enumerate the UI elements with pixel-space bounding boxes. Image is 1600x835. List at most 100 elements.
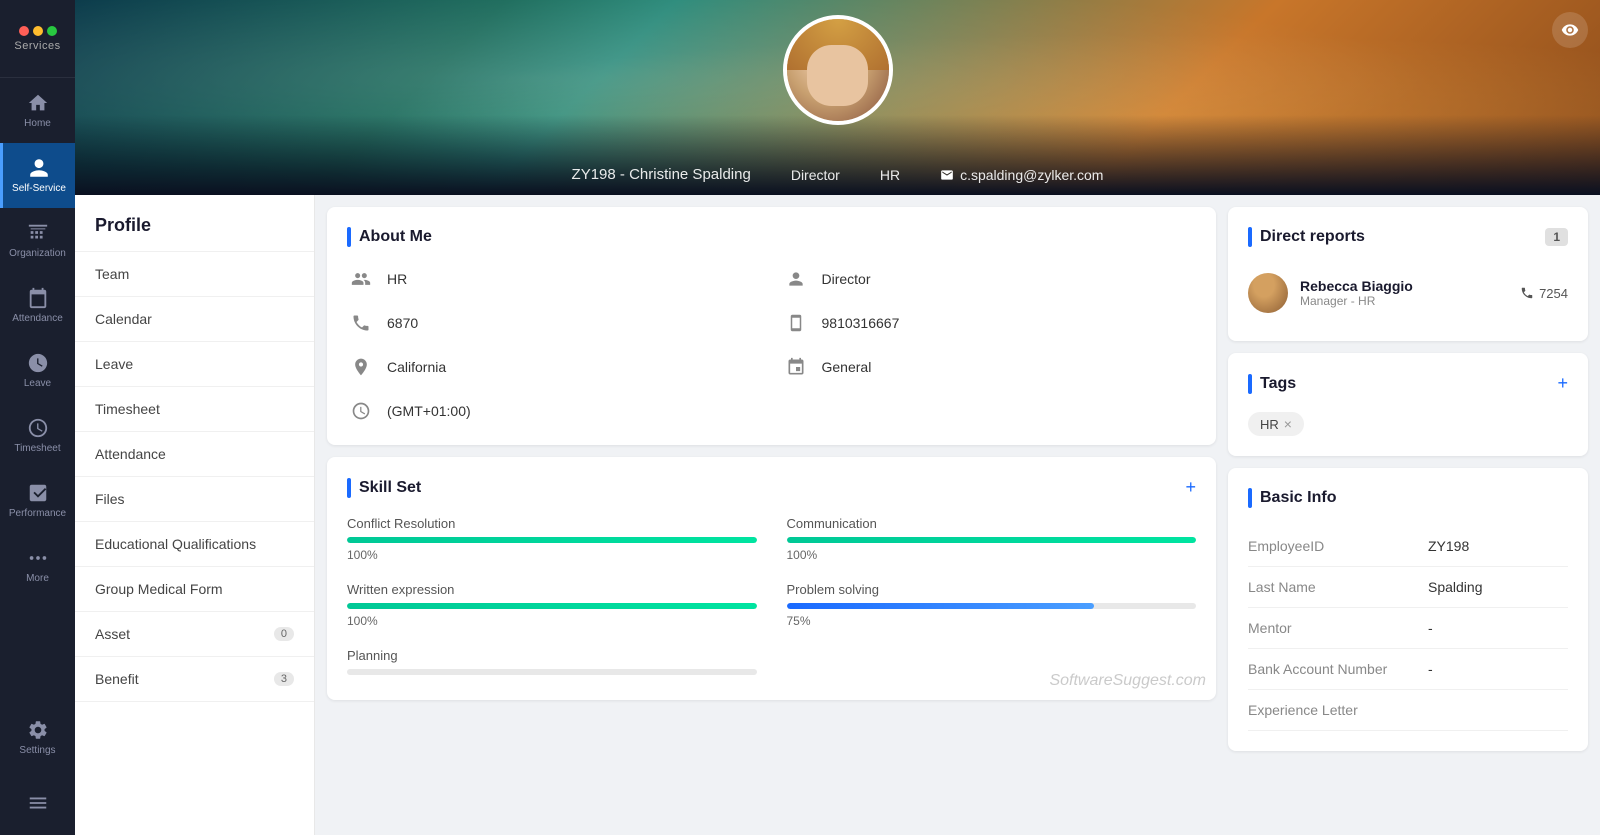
- banner-info-bar: ZY198 - Christine Spalding Director HR c…: [75, 166, 1600, 183]
- direct-report-item: Rebecca Biaggio Manager - HR 7254: [1248, 265, 1568, 321]
- self-service-icon: [28, 157, 50, 179]
- sidebar-item-timesheet[interactable]: Timesheet: [0, 403, 75, 468]
- sidebar-item-more[interactable]: More: [0, 533, 75, 598]
- title-accent: [347, 227, 351, 247]
- nav-item-files[interactable]: Files: [75, 477, 314, 522]
- sidebar-item-menu[interactable]: [0, 770, 75, 835]
- field-value: ZY198: [1428, 538, 1469, 554]
- department-value: HR: [387, 271, 407, 287]
- skill-problem-solving: Problem solving 75%: [787, 582, 1197, 628]
- dot-red: [19, 26, 29, 36]
- add-skill-button[interactable]: +: [1185, 477, 1196, 498]
- nav-item-team[interactable]: Team: [75, 252, 314, 297]
- tags-container: HR ×: [1248, 412, 1568, 436]
- department-value: HR: [880, 167, 900, 183]
- report-info: Rebecca Biaggio Manager - HR: [1300, 278, 1508, 308]
- banner-trees: [75, 115, 1600, 195]
- about-location: California: [347, 353, 762, 381]
- direct-reports-count: 1: [1545, 228, 1568, 246]
- leave-icon: [27, 352, 49, 374]
- view-toggle-button[interactable]: [1552, 12, 1588, 48]
- tags-label: Tags: [1260, 375, 1549, 393]
- basic-info-card: Basic Info EmployeeID ZY198 Last Name Sp…: [1228, 468, 1588, 751]
- skill-set-title: Skill Set +: [347, 477, 1196, 498]
- benefit-badge: 3: [274, 672, 294, 686]
- avatar-face: [807, 45, 868, 106]
- title-accent: [347, 478, 351, 498]
- org-icon: [347, 265, 375, 293]
- about-mobile: 9810316667: [782, 309, 1197, 337]
- self-service-label: Self-Service: [12, 183, 66, 194]
- title-value: Director: [791, 167, 840, 183]
- location-icon: [347, 353, 375, 381]
- basic-info-title: Basic Info: [1248, 488, 1568, 508]
- shift-value: General: [822, 359, 872, 375]
- phone-value: 6870: [387, 315, 418, 331]
- title-value: Director: [822, 271, 871, 287]
- field-value: Spalding: [1428, 579, 1483, 595]
- skill-percent: 75%: [787, 614, 1197, 628]
- skill-percent: 100%: [347, 614, 757, 628]
- nav-item-educational[interactable]: Educational Qualifications: [75, 522, 314, 567]
- eye-icon: [1561, 21, 1579, 39]
- more-icon: [27, 547, 49, 569]
- left-nav: Profile Team Calendar Leave Timesheet At…: [75, 195, 315, 835]
- services-label: Services: [14, 40, 60, 52]
- sidebar-item-leave[interactable]: Leave: [0, 338, 75, 403]
- phone-number: 7254: [1539, 286, 1568, 301]
- right-panel: Direct reports 1 Rebecca Biaggio Manager…: [1228, 207, 1588, 823]
- field-label: Experience Letter: [1248, 702, 1428, 718]
- sidebar-item-organization[interactable]: Organization: [0, 208, 75, 273]
- profile-avatar: [783, 15, 893, 125]
- skill-bar-bg: [347, 537, 757, 543]
- nav-item-leave[interactable]: Leave: [75, 342, 314, 387]
- basic-info-row-mentor: Mentor -: [1248, 608, 1568, 649]
- about-me-label: About Me: [359, 228, 1196, 246]
- attendance-icon: [27, 287, 49, 309]
- nav-item-attendance[interactable]: Attendance: [75, 432, 314, 477]
- sidebar-item-home[interactable]: Home: [0, 78, 75, 143]
- organization-icon: [27, 222, 49, 244]
- title-accent: [1248, 227, 1252, 247]
- timesheet-label: Timesheet: [14, 443, 60, 454]
- banner-email: c.spalding@zylker.com: [940, 167, 1103, 183]
- skill-name: Planning: [347, 648, 757, 663]
- employee-id-label: ZY198 - Christine Spalding: [572, 166, 751, 183]
- skill-name: Communication: [787, 516, 1197, 531]
- sidebar-item-attendance[interactable]: Attendance: [0, 273, 75, 338]
- title-accent: [1248, 374, 1252, 394]
- field-value: -: [1428, 620, 1433, 636]
- skill-name: Written expression: [347, 582, 757, 597]
- tag-remove-button[interactable]: ×: [1284, 416, 1292, 432]
- skill-name: Conflict Resolution: [347, 516, 757, 531]
- nav-item-group-medical[interactable]: Group Medical Form: [75, 567, 314, 612]
- avatar-image: [787, 19, 889, 121]
- report-name: Rebecca Biaggio: [1300, 278, 1508, 294]
- tags-title: Tags +: [1248, 373, 1568, 394]
- location-value: California: [387, 359, 446, 375]
- about-grid: HR Director 6870: [347, 265, 1196, 425]
- skill-percent: 100%: [787, 548, 1197, 562]
- phone-icon: [1520, 286, 1534, 300]
- report-phone: 7254: [1520, 286, 1568, 301]
- nav-item-benefit[interactable]: Benefit 3: [75, 657, 314, 702]
- skill-planning: Planning: [347, 648, 757, 680]
- report-role: Manager - HR: [1300, 294, 1508, 308]
- sidebar-item-settings[interactable]: Settings: [0, 705, 75, 770]
- sidebar: Services Home Self-Service Organization …: [0, 0, 75, 835]
- shift-icon: [782, 353, 810, 381]
- add-tag-button[interactable]: +: [1557, 373, 1568, 394]
- about-me-card: About Me HR Direc: [327, 207, 1216, 445]
- skill-percent: 100%: [347, 548, 757, 562]
- sidebar-item-performance[interactable]: Performance: [0, 468, 75, 533]
- skill-bar-fill: [787, 603, 1094, 609]
- skill-bar-bg: [347, 603, 757, 609]
- nav-item-asset[interactable]: Asset 0: [75, 612, 314, 657]
- performance-label: Performance: [9, 508, 66, 519]
- nav-item-timesheet[interactable]: Timesheet: [75, 387, 314, 432]
- banner-department: HR: [880, 167, 900, 183]
- sidebar-item-self-service[interactable]: Self-Service: [0, 143, 75, 208]
- nav-item-calendar[interactable]: Calendar: [75, 297, 314, 342]
- title-icon: [782, 265, 810, 293]
- skill-name: Problem solving: [787, 582, 1197, 597]
